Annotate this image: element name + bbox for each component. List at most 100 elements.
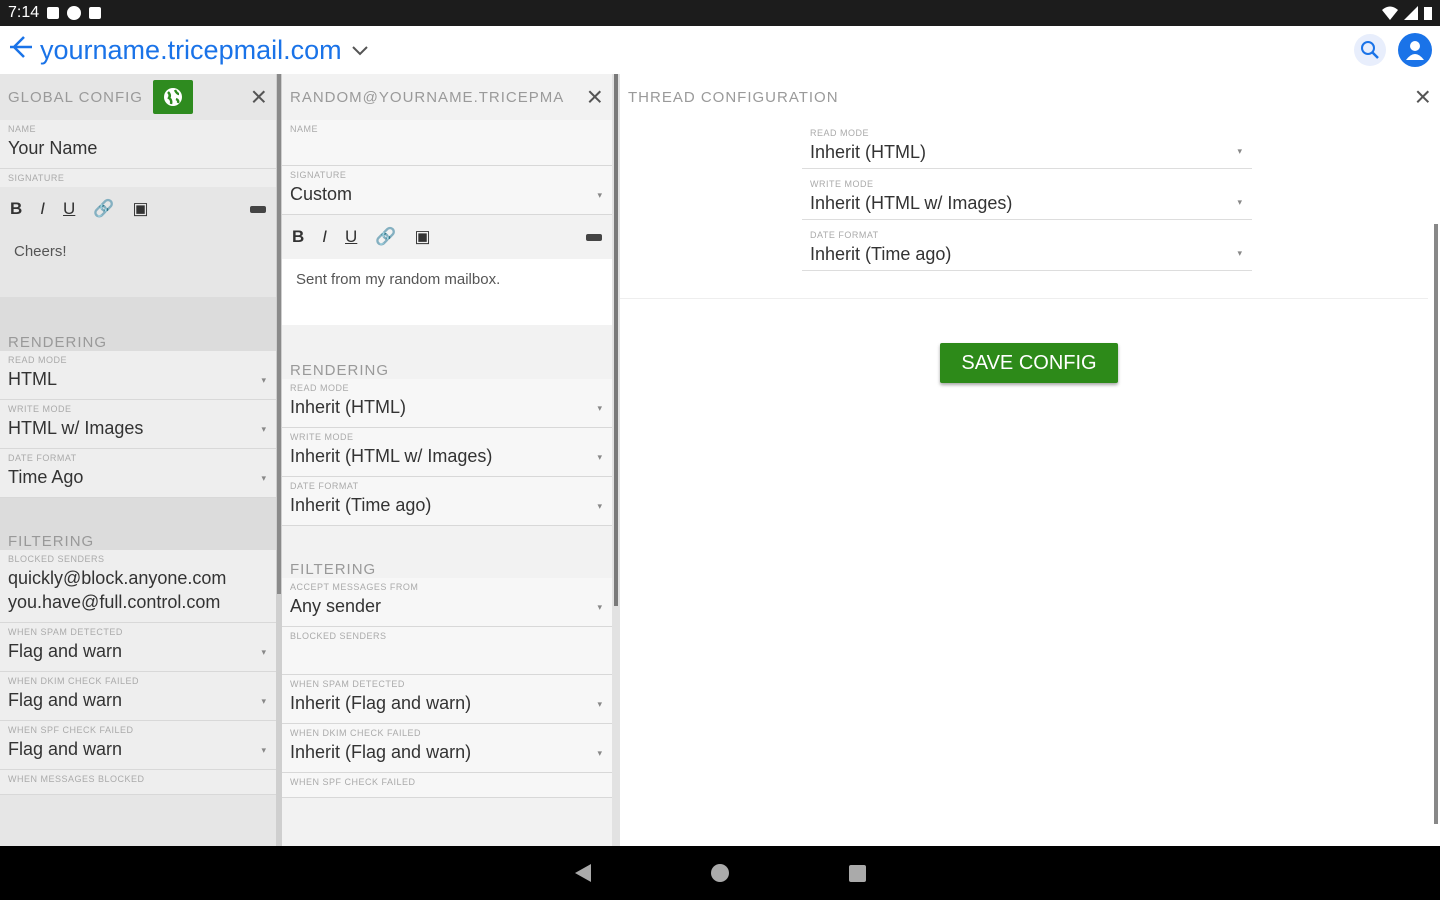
notification-icon bbox=[47, 7, 60, 19]
spam-select[interactable]: WHEN SPAM DETECTED Flag and warn ▾ bbox=[0, 623, 276, 672]
field-label: DATE FORMAT bbox=[810, 230, 879, 240]
select-value: HTML w/ Images bbox=[8, 418, 144, 438]
read-mode-select[interactable]: READ MODE Inherit (HTML) ▾ bbox=[802, 124, 1252, 169]
close-icon[interactable]: × bbox=[587, 81, 604, 113]
chevron-down-icon[interactable] bbox=[351, 39, 368, 62]
mailbox-config-header: RANDOM@YOURNAME.TRICEPMA × bbox=[282, 74, 612, 120]
divider bbox=[620, 298, 1428, 299]
field-label: WRITE MODE bbox=[8, 404, 72, 414]
spf-select[interactable]: WHEN SPF CHECK FAILED bbox=[282, 773, 612, 798]
nav-back-icon[interactable] bbox=[574, 864, 591, 882]
status-bar: 7:14 bbox=[0, 0, 1440, 26]
dropdown-icon: ▾ bbox=[597, 452, 602, 462]
name-input[interactable]: Your Name bbox=[8, 138, 268, 162]
date-format-select[interactable]: DATE FORMAT Inherit (Time ago) ▾ bbox=[282, 477, 612, 526]
user-icon bbox=[1406, 41, 1424, 60]
signature-editor[interactable]: Cheers! bbox=[0, 231, 276, 297]
select-value: Inherit (Time ago) bbox=[290, 495, 432, 515]
battery-icon bbox=[1424, 7, 1432, 20]
close-icon[interactable]: × bbox=[251, 81, 268, 113]
write-mode-select[interactable]: WRITE MODE Inherit (HTML w/ Images) ▾ bbox=[282, 428, 612, 477]
select-value: Inherit (HTML) bbox=[290, 397, 407, 417]
read-mode-select[interactable]: READ MODE Inherit (HTML) ▾ bbox=[282, 379, 612, 428]
spf-select[interactable]: WHEN SPF CHECK FAILED Flag and warn ▾ bbox=[0, 721, 276, 770]
field-label: WHEN SPAM DETECTED bbox=[8, 627, 123, 637]
thread-config-header: THREAD CONFIGURATION × bbox=[620, 74, 1440, 120]
signature-toolbar: B I U 🔗 ▣ bbox=[282, 215, 612, 259]
search-button[interactable] bbox=[1354, 34, 1386, 66]
bold-icon[interactable]: B bbox=[292, 227, 304, 247]
link-icon[interactable]: 🔗 bbox=[93, 199, 114, 219]
field-label: SIGNATURE bbox=[290, 170, 347, 180]
wifi-icon bbox=[1382, 6, 1398, 20]
write-mode-select[interactable]: WRITE MODE HTML w/ Images ▾ bbox=[0, 400, 276, 449]
field-label: WRITE MODE bbox=[810, 179, 874, 189]
select-value: Inherit (HTML w/ Images) bbox=[810, 193, 1013, 213]
field-label: WHEN DKIM CHECK FAILED bbox=[8, 676, 140, 686]
global-config-pane: GLOBAL CONFIG × NAME Your Name SIGNATURE… bbox=[0, 74, 276, 846]
scrollbar[interactable] bbox=[1434, 224, 1438, 824]
nav-home-icon[interactable] bbox=[710, 864, 729, 882]
signature-select[interactable]: SIGNATURE Custom ▾ bbox=[282, 166, 612, 215]
date-format-select[interactable]: DATE FORMAT Time Ago ▾ bbox=[0, 449, 276, 498]
blocked-messages-select[interactable]: WHEN MESSAGES BLOCKED bbox=[0, 770, 276, 795]
underline-icon[interactable]: U bbox=[63, 199, 75, 219]
dropdown-icon: ▾ bbox=[261, 473, 266, 483]
back-icon[interactable] bbox=[8, 35, 34, 66]
underline-icon[interactable]: U bbox=[345, 227, 357, 247]
blocked-senders-field[interactable]: BLOCKED SENDERS bbox=[282, 627, 612, 675]
read-mode-select[interactable]: READ MODE HTML ▾ bbox=[0, 351, 276, 400]
dropdown-icon: ▾ bbox=[1237, 146, 1242, 156]
field-label: BLOCKED SENDERS bbox=[290, 631, 387, 641]
more-icon[interactable] bbox=[250, 205, 266, 213]
italic-icon[interactable]: I bbox=[40, 199, 45, 219]
field-label: NAME bbox=[290, 124, 319, 134]
accept-select[interactable]: ACCEPT MESSAGES FROM Any sender ▾ bbox=[282, 578, 612, 627]
link-icon[interactable]: 🔗 bbox=[375, 227, 396, 247]
signature-editor[interactable]: Sent from my random mailbox. bbox=[282, 259, 612, 325]
account-title-text: yourname.tricepmail.com bbox=[40, 34, 342, 65]
italic-icon[interactable]: I bbox=[322, 227, 327, 247]
more-icon[interactable] bbox=[586, 233, 602, 241]
dropdown-icon: ▾ bbox=[597, 403, 602, 413]
thread-config-pane: THREAD CONFIGURATION × READ MODE Inherit… bbox=[620, 74, 1440, 846]
field-label: BLOCKED SENDERS bbox=[8, 554, 105, 564]
status-time: 7:14 bbox=[8, 4, 40, 21]
name-input[interactable] bbox=[290, 138, 604, 162]
global-config-header: GLOBAL CONFIG × bbox=[0, 74, 276, 120]
dkim-select[interactable]: WHEN DKIM CHECK FAILED Inherit (Flag and… bbox=[282, 724, 612, 773]
filtering-section-title: FILTERING bbox=[290, 561, 377, 578]
dropdown-icon: ▾ bbox=[597, 190, 602, 200]
date-format-select[interactable]: DATE FORMAT Inherit (Time ago) ▾ bbox=[802, 226, 1252, 271]
nav-recents-icon[interactable] bbox=[848, 864, 866, 882]
signal-icon bbox=[1404, 6, 1418, 20]
globe-button[interactable] bbox=[152, 80, 193, 114]
select-value: Inherit (HTML w/ Images) bbox=[290, 446, 493, 466]
name-field[interactable]: NAME Your Name bbox=[0, 120, 276, 169]
pane-title: GLOBAL CONFIG bbox=[8, 88, 143, 106]
dropdown-icon: ▾ bbox=[261, 745, 266, 755]
scrollbar[interactable] bbox=[612, 74, 620, 846]
blocked-senders-field[interactable]: BLOCKED SENDERS quickly@block.anyone.com… bbox=[0, 550, 276, 623]
field-label: WHEN SPAM DETECTED bbox=[290, 679, 405, 689]
image-icon[interactable]: ▣ bbox=[132, 199, 148, 219]
save-config-button[interactable]: SAVE CONFIG bbox=[940, 343, 1118, 383]
write-mode-select[interactable]: WRITE MODE Inherit (HTML w/ Images) ▾ bbox=[802, 175, 1252, 220]
select-value: Custom bbox=[290, 184, 353, 204]
rendering-section-title: RENDERING bbox=[0, 297, 276, 351]
field-label: DATE FORMAT bbox=[290, 481, 359, 491]
select-value: Flag and warn bbox=[8, 739, 123, 759]
bold-icon[interactable]: B bbox=[10, 199, 22, 219]
spam-select[interactable]: WHEN SPAM DETECTED Inherit (Flag and war… bbox=[282, 675, 612, 724]
dropdown-icon: ▾ bbox=[597, 748, 602, 758]
dkim-select[interactable]: WHEN DKIM CHECK FAILED Flag and warn ▾ bbox=[0, 672, 276, 721]
globe-icon bbox=[163, 88, 182, 106]
avatar[interactable] bbox=[1398, 33, 1432, 67]
dropdown-icon: ▾ bbox=[597, 699, 602, 709]
account-title[interactable]: yourname.tricepmail.com bbox=[40, 35, 342, 66]
close-icon[interactable]: × bbox=[1415, 81, 1432, 113]
dropdown-icon: ▾ bbox=[1237, 197, 1242, 207]
image-icon[interactable]: ▣ bbox=[414, 227, 430, 247]
name-field[interactable]: NAME bbox=[282, 120, 612, 166]
select-value: Inherit (Time ago) bbox=[810, 244, 952, 264]
